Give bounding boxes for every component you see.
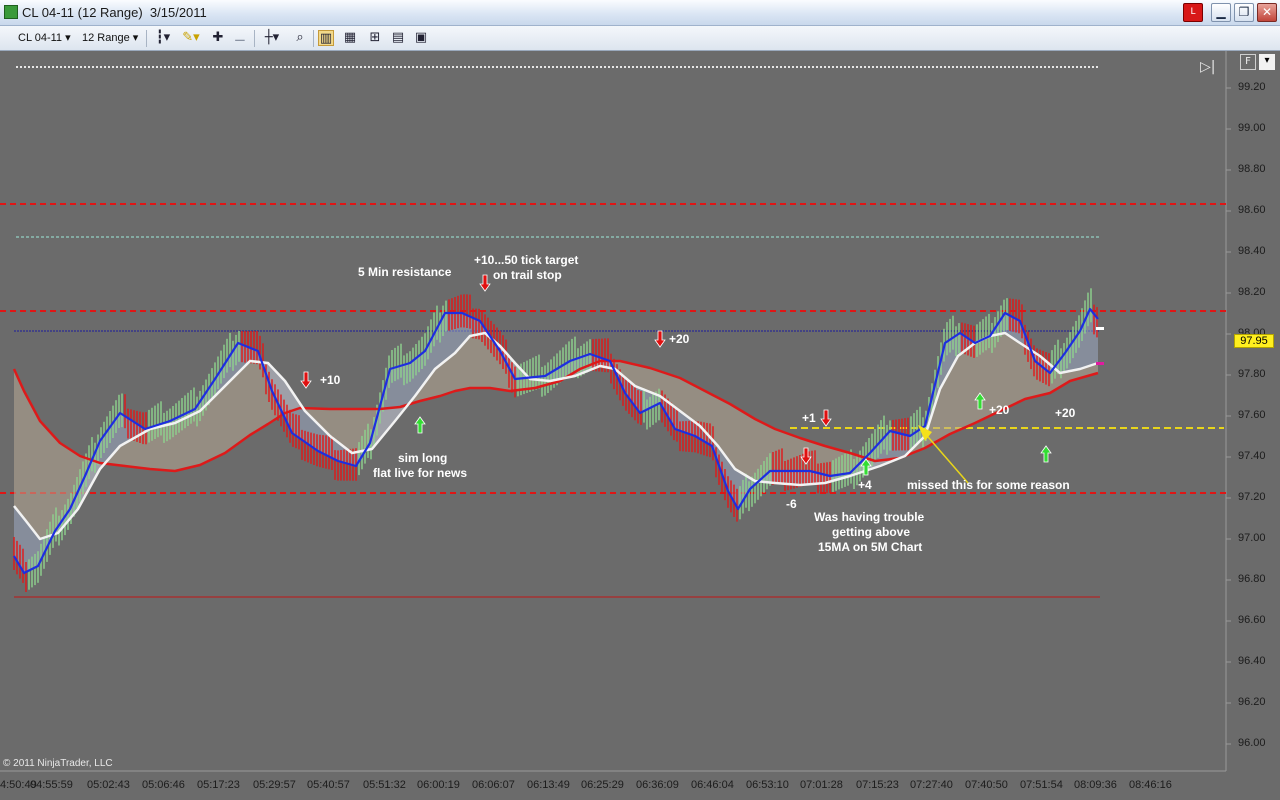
- price-tick-label: 96.40: [1238, 655, 1266, 667]
- title-bar: CL 04-11 (12 Range) 3/15/2011 L ▁ ❐ ✕: [0, 0, 1280, 26]
- f-button[interactable]: F: [1240, 54, 1256, 70]
- annotation-trouble-line1: Was having trouble: [814, 510, 925, 524]
- time-tick-label: 05:29:57: [253, 779, 296, 791]
- time-tick-label: 07:27:40: [910, 779, 953, 791]
- annotation-plus20-a: +20: [669, 332, 690, 346]
- buy-arrow-icon: [1040, 445, 1052, 463]
- price-tick-label: 99.20: [1238, 81, 1266, 93]
- chart-trader-icon[interactable]: ▥: [318, 30, 334, 46]
- time-tick-label: 07:40:50: [965, 779, 1008, 791]
- price-tick-label: 96.80: [1238, 573, 1266, 585]
- instrument-label: CL 04-11: [18, 32, 63, 44]
- price-tick-label: 98.80: [1238, 163, 1266, 175]
- time-tick-label: 07:01:28: [800, 779, 843, 791]
- chevron-down-icon: ▾: [65, 32, 71, 44]
- properties-panel-icon[interactable]: ▣: [413, 30, 429, 46]
- time-tick-label: 07:15:23: [856, 779, 899, 791]
- remove-indicator-icon[interactable]: ⚊: [232, 30, 248, 46]
- sell-arrow-icon: [479, 274, 491, 292]
- buy-arrow-icon: [414, 416, 426, 434]
- add-indicator-icon[interactable]: ✚: [210, 30, 226, 46]
- white-marker: [1096, 327, 1104, 330]
- chart-toolbar: CL 04-11 ▾ 12 Range ▾ ┇▾ ✎▾ ✚ ⚊ ┼▾ ⌕ ▥ ▦…: [0, 26, 1280, 51]
- sell-arrow-icon: [654, 330, 666, 348]
- instrument-selector[interactable]: CL 04-11 ▾: [18, 30, 71, 47]
- price-tick-label: 97.20: [1238, 491, 1266, 503]
- time-tick-label: 05:51:32: [363, 779, 406, 791]
- price-tick-label: 98.20: [1238, 286, 1266, 298]
- time-tick-label: 06:25:29: [581, 779, 624, 791]
- price-chart[interactable]: 99.20 99.00 98.80 98.60 98.40 98.20 98.00 97.80…: [0, 51, 1280, 800]
- zoom-icon[interactable]: ⌕: [292, 30, 308, 46]
- price-tick-label: 96.60: [1238, 614, 1266, 626]
- strategy-icon[interactable]: ⊞: [367, 30, 383, 46]
- price-tick-label: 96.00: [1238, 737, 1266, 749]
- maximize-button[interactable]: ❐: [1234, 3, 1254, 22]
- price-tick-label: 98.60: [1238, 204, 1266, 216]
- interval-label: 12 Range: [82, 32, 130, 44]
- annotation-plus20-b: +20: [989, 403, 1010, 417]
- annotation-target-line2: on trail stop: [493, 268, 562, 282]
- time-tick-label: 06:06:07: [472, 779, 515, 791]
- sell-arrow-icon: [820, 409, 832, 427]
- time-tick-label: 06:53:10: [746, 779, 789, 791]
- close-button[interactable]: ✕: [1257, 3, 1277, 22]
- time-tick-label: 08:46:16: [1129, 779, 1172, 791]
- data-box-icon[interactable]: ▦: [342, 30, 358, 46]
- alert-button[interactable]: L: [1183, 3, 1203, 22]
- chart-canvas[interactable]: [0, 51, 1280, 800]
- annotation-sim-long-line2: flat live for news: [373, 466, 468, 480]
- toolbar-separator: [313, 30, 314, 47]
- time-tick-label: 05:17:23: [197, 779, 240, 791]
- annotation-trouble-line3: 15MA on 5M Chart: [818, 540, 923, 554]
- interval-selector[interactable]: 12 Range ▾: [82, 30, 138, 47]
- chevron-down-icon: ▾: [132, 32, 139, 44]
- annotation-plus4: +4: [858, 478, 872, 492]
- time-tick-label: 05:40:57: [307, 779, 350, 791]
- time-tick-label: 06:46:04: [691, 779, 734, 791]
- properties-icon[interactable]: ▤: [390, 30, 406, 46]
- chart-menu-button[interactable]: ▾: [1259, 54, 1275, 70]
- annotation-minus6: -6: [786, 497, 797, 511]
- toolbar-separator: [146, 30, 147, 47]
- copyright-text: © 2011 NinjaTrader, LLC: [3, 758, 113, 769]
- sell-arrow-icon: [300, 371, 312, 389]
- annotation-trouble-line2: getting above: [832, 525, 911, 539]
- time-tick-label: 07:51:54: [1020, 779, 1063, 791]
- draw-pencil-icon[interactable]: ✎▾: [180, 30, 202, 46]
- bar-type-icon[interactable]: ┇▾: [152, 30, 174, 46]
- annotation-plus10: +10: [320, 373, 341, 387]
- annotation-plus1: +1: [802, 411, 816, 425]
- time-tick-label: 06:36:09: [636, 779, 679, 791]
- time-tick-label: 04:55:59: [30, 779, 73, 791]
- annotation-missed: missed this for some reason: [907, 478, 1070, 492]
- time-tick-label: 06:00:19: [417, 779, 460, 791]
- price-tick-label: 99.00: [1238, 122, 1266, 134]
- annotation-5min-resistance: 5 Min resistance: [358, 265, 452, 279]
- time-tick-label: 08:09:36: [1074, 779, 1117, 791]
- last-price-flag: 97.95: [1234, 334, 1274, 348]
- magenta-marker: [1096, 362, 1104, 365]
- annotation-plus20-c: +20: [1055, 406, 1076, 420]
- minimize-button[interactable]: ▁: [1211, 3, 1231, 22]
- price-tick-label: 97.00: [1238, 532, 1266, 544]
- price-tick-label: 97.40: [1238, 450, 1266, 462]
- scroll-to-end-icon[interactable]: ▷|: [1200, 59, 1215, 75]
- time-tick-label: 05:06:46: [142, 779, 185, 791]
- price-tick-label: 96.20: [1238, 696, 1266, 708]
- time-tick-label: 06:13:49: [527, 779, 570, 791]
- toolbar-separator: [254, 30, 255, 47]
- annotation-sim-long-line1: sim long: [398, 451, 448, 465]
- price-tick-label: 97.80: [1238, 368, 1266, 380]
- ma-band-fill: [14, 333, 1098, 539]
- price-tick-label: 97.60: [1238, 409, 1266, 421]
- price-tick-label: 98.40: [1238, 245, 1266, 257]
- annotation-target-line1: +10...50 tick target: [474, 253, 579, 267]
- time-tick-label: 05:02:43: [87, 779, 130, 791]
- app-icon: [4, 5, 18, 19]
- crosshair-icon[interactable]: ┼▾: [260, 30, 284, 46]
- window-title: CL 04-11 (12 Range) 3/15/2011: [22, 5, 207, 20]
